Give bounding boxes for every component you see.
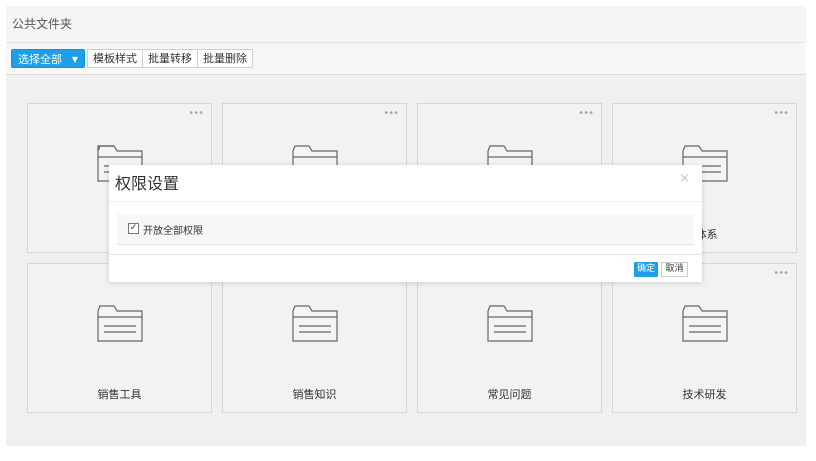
permission-option-row: ✓ 开放全部权限	[117, 214, 694, 245]
more-dots-icon[interactable]: •••	[773, 108, 789, 119]
batch-transfer-button[interactable]: 批量转移	[142, 49, 198, 68]
folder-label: 销售工具	[97, 388, 142, 401]
cancel-button[interactable]: 取消	[661, 262, 688, 277]
more-dots-icon[interactable]: •••	[188, 108, 204, 119]
folder-icon	[487, 305, 533, 342]
folder-card[interactable]: ••• 技术研发	[612, 263, 797, 413]
folder-icon	[97, 305, 143, 342]
folder-label: 销售知识	[292, 388, 337, 401]
toolbar: 选择全部 ▼ 模板样式 批量转移 批量删除	[6, 43, 806, 75]
folder-icon	[682, 305, 728, 342]
batch-delete-button[interactable]: 批量删除	[197, 49, 253, 68]
select-all-button[interactable]: 选择全部 ▼	[11, 49, 85, 68]
close-icon[interactable]: ×	[679, 171, 690, 186]
confirm-button[interactable]: 确定	[634, 262, 658, 277]
folder-card[interactable]: 常见问题	[417, 263, 602, 413]
folder-card[interactable]: 销售知识	[222, 263, 407, 413]
toolbar-button-group: 模板样式 批量转移 批量删除	[87, 49, 253, 68]
dialog-title: 权限设置	[115, 174, 180, 193]
more-dots-icon[interactable]: •••	[578, 108, 594, 119]
permission-settings-dialog: 权限设置 × ✓ 开放全部权限 确定 取消	[109, 165, 702, 282]
select-all-label: 选择全部	[18, 53, 62, 66]
divider	[109, 254, 702, 255]
more-dots-icon[interactable]: •••	[383, 108, 399, 119]
folder-card[interactable]: 销售工具	[27, 263, 212, 413]
caret-down-icon: ▼	[71, 55, 78, 64]
folder-icon	[292, 305, 338, 342]
more-dots-icon[interactable]: •••	[773, 268, 789, 279]
folder-label: 常见问题	[487, 388, 532, 401]
folder-label: 技术研发	[682, 388, 727, 401]
header: 公共文件夹	[6, 6, 806, 43]
checkbox-label: 开放全部权限	[143, 226, 203, 237]
page-title: 公共文件夹	[12, 17, 73, 31]
open-all-permissions-checkbox[interactable]: ✓	[128, 223, 139, 234]
template-style-button[interactable]: 模板样式	[87, 49, 143, 68]
divider	[109, 201, 702, 202]
